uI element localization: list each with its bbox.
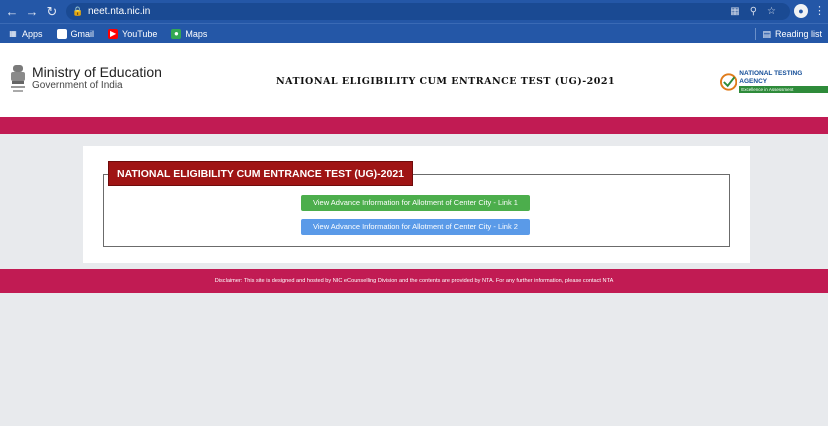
bookmark-maps[interactable]: ● Maps	[171, 28, 208, 39]
bookmark-youtube[interactable]: ▶ YouTube	[108, 28, 158, 39]
ministry-branding: Ministry of Education Government of Indi…	[32, 64, 162, 92]
ministry-subtitle: Government of India	[32, 80, 123, 91]
zoom-icon[interactable]: ⚲	[750, 6, 757, 17]
reading-list-icon: ▤	[762, 28, 771, 39]
maps-icon: ●	[171, 28, 182, 39]
fieldset-legend: NATIONAL ELIGIBILITY CUM ENTRANCE TEST (…	[108, 161, 414, 186]
page-title: NATIONAL ELIGIBILITY CUM ENTRANCE TEST (…	[276, 76, 616, 87]
nta-logo: NATIONAL TESTING AGENCY Excellence in As…	[720, 70, 828, 93]
nta-logo-icon	[720, 72, 738, 91]
url-text: neet.nta.nic.in	[88, 6, 151, 17]
bookmarks-bar: ▦ Apps M Gmail ▶ YouTube ● Maps ▤ Readin…	[0, 23, 828, 43]
bookmark-label: Apps	[22, 28, 43, 39]
bookmark-label: Maps	[185, 28, 208, 39]
qr-code-icon[interactable]: ▦	[730, 6, 739, 17]
address-bar[interactable]: 🔒 neet.nta.nic.in ▦ ⚲ ☆	[66, 3, 790, 20]
reload-icon[interactable]: ↻	[44, 4, 60, 20]
lock-icon: 🔒	[72, 6, 84, 16]
profile-avatar-icon[interactable]: ●	[794, 4, 808, 18]
site-header: Ministry of Education Government of Indi…	[0, 43, 828, 117]
forward-arrow-icon[interactable]: →	[24, 4, 40, 20]
ministry-title: Ministry of Education	[32, 64, 162, 80]
bookmark-label: Gmail	[70, 28, 95, 39]
reading-list-button[interactable]: ▤ Reading list	[755, 24, 822, 44]
nta-tagline: Excellence in Assessment	[739, 86, 828, 93]
menu-dots-icon[interactable]: ⋮	[814, 4, 825, 18]
header-strip	[0, 117, 828, 134]
gmail-icon: M	[56, 28, 67, 39]
link-2-button[interactable]: View Advance Information for Allotment o…	[301, 219, 530, 235]
reading-list-label: Reading list	[774, 29, 822, 39]
footer-disclaimer: Disclaimer: This site is designed and ho…	[0, 269, 828, 293]
browser-toolbar: ← → ↻ 🔒 neet.nta.nic.in ▦ ⚲ ☆ ● ⋮	[0, 0, 828, 23]
back-arrow-icon[interactable]: ←	[4, 4, 20, 20]
bookmark-label: YouTube	[122, 28, 158, 39]
star-icon[interactable]: ☆	[767, 6, 776, 17]
separator	[755, 28, 757, 40]
link-1-button[interactable]: View Advance Information for Allotment o…	[301, 195, 530, 211]
bookmark-gmail[interactable]: M Gmail	[56, 28, 95, 39]
national-emblem-icon	[11, 65, 25, 92]
nta-name: NATIONAL TESTING AGENCY	[739, 70, 803, 85]
bookmark-apps[interactable]: ▦ Apps	[8, 28, 43, 39]
main-card: NATIONAL ELIGIBILITY CUM ENTRANCE TEST (…	[83, 146, 750, 263]
apps-grid-icon: ▦	[9, 28, 17, 38]
youtube-icon: ▶	[108, 28, 119, 39]
